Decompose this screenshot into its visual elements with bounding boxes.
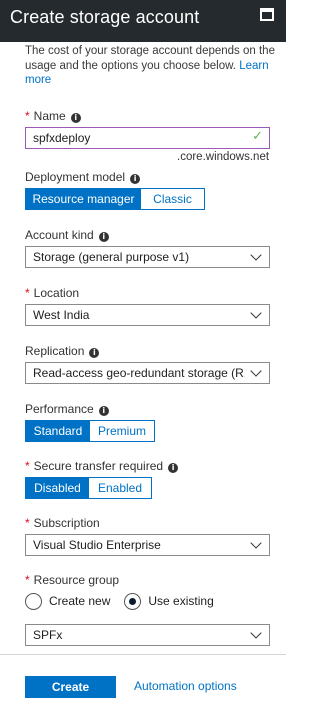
required-icon: * [25, 109, 30, 123]
required-icon: * [25, 286, 30, 300]
toggle-premium[interactable]: Premium [90, 421, 154, 441]
account-kind-label-row: Account kind i [25, 228, 109, 242]
blade-title: Create storage account [10, 7, 200, 27]
location-label: Location [33, 286, 80, 300]
name-label: Name [33, 109, 66, 123]
name-input[interactable]: spfxdeploy ✓ [25, 127, 270, 149]
name-label-row: * Name i [25, 109, 81, 123]
deployment-model-toggle: Resource manager Classic [25, 188, 205, 210]
info-icon[interactable]: i [168, 463, 179, 473]
toggle-classic[interactable]: Classic [141, 189, 204, 209]
replication-label: Replication [25, 344, 85, 358]
info-icon[interactable]: i [89, 348, 100, 358]
secure-transfer-label: Secure transfer required [33, 459, 164, 473]
required-icon: * [25, 573, 30, 587]
description: The cost of your storage account depends… [25, 44, 275, 88]
toggle-standard[interactable]: Standard [26, 421, 90, 441]
toggle-resource-manager[interactable]: Resource manager [26, 189, 141, 209]
performance-label: Performance [25, 402, 94, 416]
account-kind-select[interactable]: Storage (general purpose v1) [25, 246, 270, 268]
resource-group-radios: Create new Use existing [25, 591, 228, 611]
radio-use-existing[interactable] [124, 592, 142, 610]
name-input-value: spfxdeploy [33, 131, 91, 145]
blade-header: Create storage account [0, 0, 286, 42]
subscription-label: Subscription [33, 516, 100, 530]
location-select[interactable]: West India [25, 304, 270, 326]
chevron-down-icon [250, 365, 262, 377]
chevron-down-icon [250, 249, 262, 261]
valid-check-icon: ✓ [252, 129, 263, 144]
subscription-select[interactable]: Visual Studio Enterprise [25, 534, 270, 556]
account-kind-label: Account kind [25, 228, 94, 242]
radio-use-existing-label[interactable]: Use existing [148, 594, 213, 608]
replication-label-row: Replication i [25, 344, 100, 358]
info-icon[interactable]: i [98, 232, 109, 242]
toggle-enabled[interactable]: Enabled [89, 478, 151, 498]
required-icon: * [25, 459, 30, 473]
replication-select[interactable]: Read-access geo-redundant storage (R... [25, 362, 270, 384]
subscription-label-row: * Subscription [25, 516, 100, 530]
automation-options-link[interactable]: Automation options [134, 679, 237, 693]
location-value: West India [33, 308, 90, 322]
location-label-row: * Location [25, 286, 79, 300]
name-suffix: .core.windows.net [177, 151, 270, 163]
info-icon[interactable]: i [70, 113, 81, 123]
secure-transfer-toggle: Disabled Enabled [25, 477, 152, 499]
performance-label-row: Performance i [25, 402, 109, 416]
subscription-value: Visual Studio Enterprise [33, 538, 161, 552]
create-button[interactable]: Create [25, 676, 116, 698]
radio-create-new-label[interactable]: Create new [49, 594, 110, 608]
chevron-down-icon [250, 307, 262, 319]
description-text: The cost of your storage account depends… [25, 45, 275, 72]
chevron-down-icon [250, 537, 262, 549]
performance-toggle: Standard Premium [25, 420, 155, 442]
required-icon: * [25, 516, 30, 530]
maximize-icon[interactable] [260, 8, 274, 21]
resource-group-select[interactable]: SPFx [25, 624, 270, 646]
radio-create-new[interactable] [25, 592, 42, 610]
account-kind-value: Storage (general purpose v1) [33, 250, 190, 264]
resource-group-label-row: * Resource group [25, 573, 119, 587]
resource-group-label: Resource group [33, 573, 120, 587]
info-icon[interactable]: i [98, 406, 109, 416]
resource-group-value: SPFx [33, 628, 63, 642]
secure-transfer-label-row: * Secure transfer required i [25, 459, 179, 473]
info-icon[interactable]: i [130, 174, 141, 184]
toggle-disabled[interactable]: Disabled [26, 478, 89, 498]
replication-value: Read-access geo-redundant storage (R... [33, 366, 245, 380]
deployment-model-label-row: Deployment model i [25, 170, 141, 184]
deployment-model-label: Deployment model [25, 170, 126, 184]
chevron-down-icon [250, 627, 262, 639]
footer-divider [0, 654, 286, 655]
